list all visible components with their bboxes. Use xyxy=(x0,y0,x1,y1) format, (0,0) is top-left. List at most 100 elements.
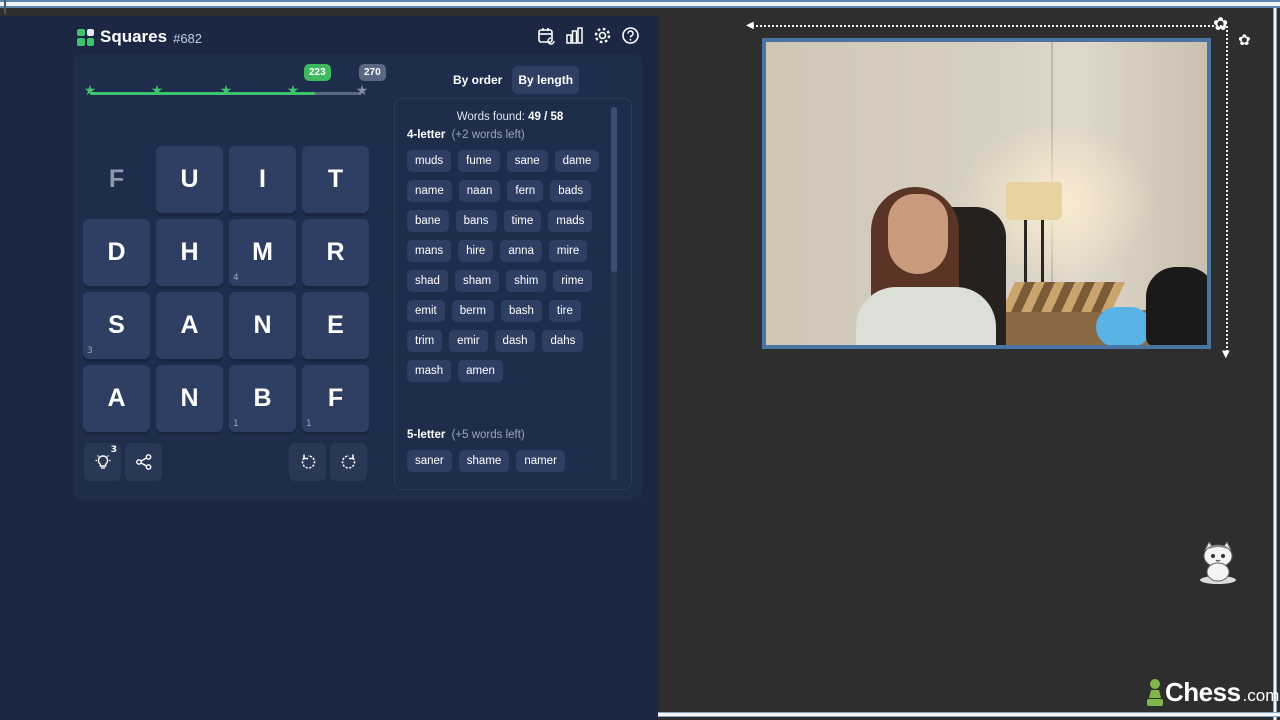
chessboard-icon xyxy=(1001,282,1125,312)
calendar-icon[interactable] xyxy=(537,26,556,45)
settings-icon[interactable] xyxy=(593,26,612,45)
letter-tile[interactable]: F xyxy=(83,146,150,213)
plush-toy-icon xyxy=(1096,307,1151,345)
found-words-panel: Words found: 49 / 58 4-letter (+2 words … xyxy=(394,98,632,490)
game-controls: 3 xyxy=(83,443,367,481)
rotate-right-button[interactable] xyxy=(330,443,367,481)
letter-tile[interactable]: R xyxy=(302,219,369,286)
tile-letter: H xyxy=(180,238,199,266)
flower-icon: ✿ xyxy=(1213,14,1229,35)
word-chip[interactable]: rime xyxy=(553,270,592,292)
decorative-dotted-line xyxy=(752,25,1226,27)
tile-count: 4 xyxy=(233,273,239,283)
tile-letter: B xyxy=(253,384,272,412)
word-chip[interactable]: mans xyxy=(407,240,452,262)
milestone-star-icon: ★ xyxy=(219,83,233,99)
word-chip[interactable]: trim xyxy=(407,330,443,352)
word-chip[interactable]: dame xyxy=(554,150,600,172)
stats-icon[interactable] xyxy=(565,26,584,45)
help-icon[interactable] xyxy=(621,26,640,45)
word-chip[interactable]: shad xyxy=(407,270,448,292)
chess-com-logo: Chess .com xyxy=(1147,675,1279,709)
word-chip[interactable]: emit xyxy=(407,300,445,322)
word-chip[interactable]: time xyxy=(503,210,542,232)
letter-tile[interactable]: D xyxy=(83,219,150,286)
tab-by-order[interactable]: By order xyxy=(447,66,508,94)
stream-top-frame-inner xyxy=(8,2,1280,6)
tile-letter: R xyxy=(326,238,345,266)
word-chip[interactable]: sham xyxy=(454,270,500,292)
share-button[interactable] xyxy=(125,443,162,481)
milestone-star-icon: ★ xyxy=(150,83,164,99)
progress-fill xyxy=(90,92,315,95)
plush-cat-icon xyxy=(1146,267,1207,345)
stream-bottom-frame xyxy=(658,712,1280,717)
webcam-lamp-stand xyxy=(1024,220,1044,290)
letter-tile[interactable]: A xyxy=(156,292,223,359)
streamer-body xyxy=(856,287,996,345)
letter-tile[interactable]: A xyxy=(83,365,150,432)
tile-letter: F xyxy=(108,165,125,193)
letter-tile[interactable]: U xyxy=(156,146,223,213)
header-toolbar xyxy=(537,26,640,45)
tile-letter: I xyxy=(259,165,266,193)
word-chip[interactable]: emir xyxy=(449,330,488,352)
word-chip[interactable]: bads xyxy=(550,180,592,202)
letter-tile[interactable]: H xyxy=(156,219,223,286)
words-found-counter: Words found: 49 / 58 xyxy=(395,111,625,123)
word-chip[interactable]: tire xyxy=(548,300,581,322)
current-score-badge: 223 xyxy=(304,64,331,81)
score-progress-bar: ★ ★ ★ ★ ★ 223 270 xyxy=(83,64,386,104)
hint-button[interactable]: 3 xyxy=(84,443,121,481)
word-chip[interactable]: namer xyxy=(516,450,565,472)
milestone-star-icon: ★ xyxy=(83,83,97,99)
tile-letter: F xyxy=(327,384,344,412)
word-chip[interactable]: bans xyxy=(455,210,497,232)
tile-letter: N xyxy=(180,384,199,412)
word-chip[interactable]: dash xyxy=(494,330,536,352)
word-chip[interactable]: mire xyxy=(548,240,588,262)
letter-tile[interactable]: I xyxy=(229,146,296,213)
word-chip[interactable]: muds xyxy=(407,150,452,172)
letter-tile[interactable]: E xyxy=(302,292,369,359)
tile-letter: S xyxy=(108,311,125,339)
letter-tile[interactable]: F1 xyxy=(302,365,369,432)
letter-tile[interactable]: S3 xyxy=(83,292,150,359)
word-chip[interactable]: amen xyxy=(458,360,503,382)
squares-game-panel: Squares #682 ★ ★ ★ ★ ★ 223 270 FUITDHM4R… xyxy=(0,16,658,720)
word-chip[interactable]: berm xyxy=(451,300,494,322)
word-list-scrollbar[interactable] xyxy=(611,107,617,481)
stream-right-frame xyxy=(1273,8,1277,720)
word-chip[interactable]: fume xyxy=(458,150,500,172)
word-chip[interactable]: name xyxy=(407,180,452,202)
word-chip[interactable]: hire xyxy=(458,240,494,262)
letter-tile[interactable]: T xyxy=(302,146,369,213)
word-chip[interactable]: fern xyxy=(507,180,544,202)
tile-count: 1 xyxy=(233,419,239,429)
word-chip[interactable]: naan xyxy=(458,180,501,202)
word-chip[interactable]: bane xyxy=(407,210,449,232)
letter-tile[interactable]: N xyxy=(156,365,223,432)
word-chip[interactable]: bash xyxy=(500,300,542,322)
hint-count-badge: 3 xyxy=(110,445,117,455)
word-chip[interactable]: mash xyxy=(407,360,452,382)
word-chip[interactable]: shim xyxy=(506,270,547,292)
word-chip[interactable]: anna xyxy=(500,240,542,262)
milestone-star-icon: ★ xyxy=(286,83,300,99)
word-chip[interactable]: shame xyxy=(458,450,510,472)
rotate-left-button[interactable] xyxy=(289,443,326,481)
words-found-label: Words found: xyxy=(456,111,525,123)
word-chip[interactable]: mads xyxy=(548,210,593,232)
letter-tile[interactable]: B1 xyxy=(229,365,296,432)
webcam-feed xyxy=(762,38,1211,349)
word-chip[interactable]: dahs xyxy=(542,330,584,352)
tab-by-length[interactable]: By length xyxy=(512,66,580,94)
letter-tile[interactable]: M4 xyxy=(229,219,296,286)
word-chip[interactable]: saner xyxy=(407,450,452,472)
word-chip[interactable]: sane xyxy=(506,150,548,172)
scrollbar-thumb[interactable] xyxy=(611,107,617,272)
letter-tile[interactable]: N xyxy=(229,292,296,359)
word-list-4-letter: muds fume sane dame name naan fern bads bane bans… xyxy=(407,150,607,382)
frame-marker xyxy=(4,0,6,14)
tile-letter: E xyxy=(327,311,344,339)
